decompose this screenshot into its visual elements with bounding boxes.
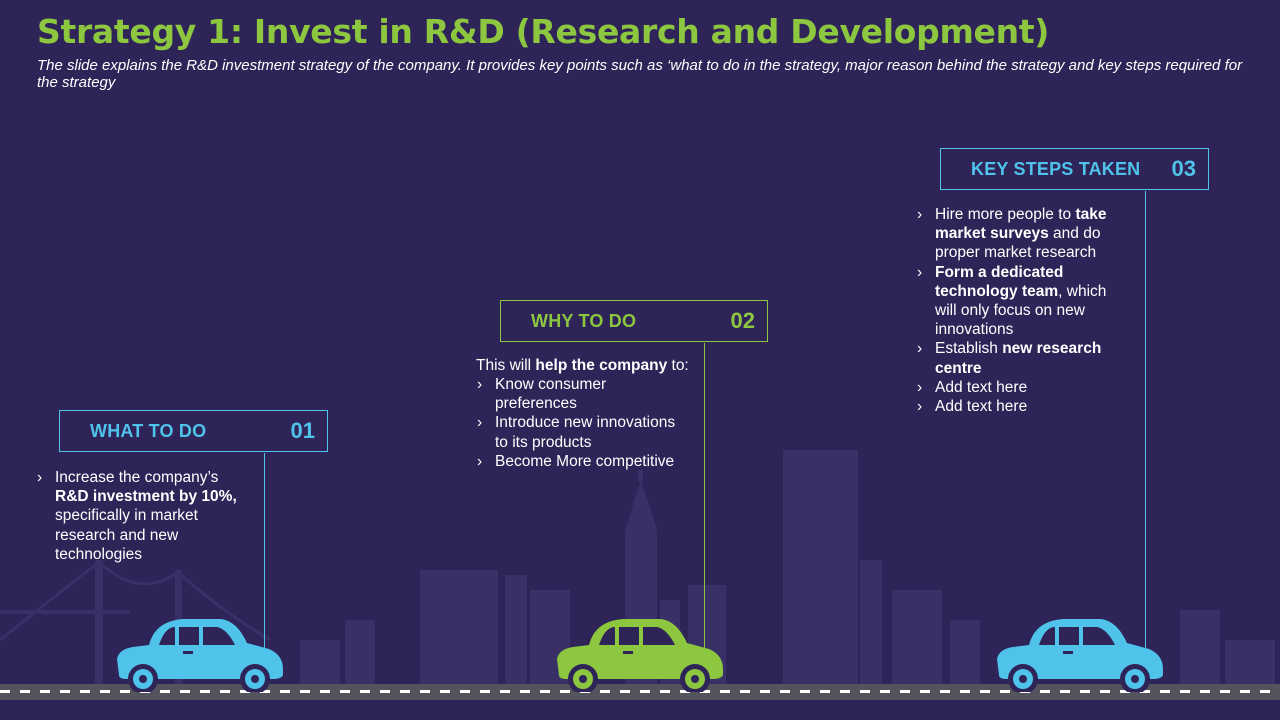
car-wheel-hub bbox=[251, 675, 259, 683]
car-wheel-hub bbox=[139, 675, 147, 683]
step-number: 02 bbox=[730, 308, 755, 333]
car-door-handle bbox=[1063, 651, 1073, 654]
bullet-item: Establish new research centre bbox=[915, 339, 1120, 377]
why-to-do-bullets: Know consumer preferencesIntroduce new i… bbox=[475, 375, 690, 471]
bullet-item: Know consumer preferences bbox=[475, 375, 690, 413]
car-icon-blue-right bbox=[997, 619, 1163, 692]
intro-text: This will bbox=[476, 357, 536, 374]
bullet-item: Increase the company’s R&D investment by… bbox=[35, 468, 245, 564]
car-door-handle bbox=[623, 651, 633, 654]
bullet-text: Know consumer preferences bbox=[495, 376, 607, 413]
car-wheel-hub bbox=[1131, 675, 1139, 683]
bullet-text: Hire more people to bbox=[935, 206, 1076, 223]
why-to-do-intro: This will help the company to: bbox=[476, 356, 689, 375]
car-wheel-hub bbox=[579, 675, 587, 683]
bullet-text: Increase the company’s bbox=[55, 469, 219, 486]
bullet-item: Add text here bbox=[915, 397, 1120, 416]
car-wheel-hub bbox=[691, 675, 699, 683]
bullet-bold-text: Form a dedicated technology team bbox=[935, 263, 1064, 300]
bullet-bold-text: R&D investment by 10%, bbox=[55, 488, 237, 506]
car-wheel-hub bbox=[1019, 675, 1027, 683]
car-icon-blue-left bbox=[117, 619, 283, 692]
connector-line-03 bbox=[1145, 191, 1146, 653]
bullet-item: Introduce new innovations to its product… bbox=[475, 413, 690, 451]
bullet-text: Establish bbox=[935, 340, 1003, 358]
intro-bold-text: help the company bbox=[535, 357, 668, 374]
step-label: WHAT TO DO bbox=[90, 420, 207, 441]
car-window bbox=[179, 627, 199, 645]
bullet-text: Add text here bbox=[935, 398, 1028, 416]
step-label: KEY STEPS TAKEN bbox=[971, 158, 1141, 179]
car-door-handle bbox=[183, 651, 193, 654]
bullet-text: specifically in market research and new … bbox=[55, 507, 198, 563]
bullet-item: Form a dedicated technology team, which … bbox=[915, 263, 1120, 340]
bullet-text: Become More competitive bbox=[495, 452, 675, 470]
bullet-item: Hire more people to take market surveys … bbox=[915, 205, 1120, 263]
car-window bbox=[1059, 627, 1079, 645]
car-icon-green-center bbox=[557, 619, 723, 692]
step-box-what-to-do: WHAT TO DO 01 bbox=[59, 410, 328, 452]
connector-line-02 bbox=[704, 343, 705, 653]
bullet-item: Add text here bbox=[915, 378, 1120, 397]
what-to-do-bullets: Increase the company’s R&D investment by… bbox=[35, 468, 245, 564]
bullet-text: Introduce new innovations to its product… bbox=[495, 414, 676, 451]
step-box-why-to-do: WHY TO DO 02 bbox=[500, 300, 768, 342]
key-steps-bullets: Hire more people to take market surveys … bbox=[915, 205, 1120, 416]
bullet-item: Become More competitive bbox=[475, 452, 690, 471]
bullet-text: Add text here bbox=[935, 378, 1028, 396]
car-window bbox=[619, 627, 639, 645]
step-number: 03 bbox=[1171, 156, 1196, 181]
intro-text-end: to: bbox=[667, 357, 689, 374]
step-box-key-steps-taken: KEY STEPS TAKEN 03 bbox=[940, 148, 1209, 190]
step-number: 01 bbox=[290, 418, 315, 443]
step-label: WHY TO DO bbox=[531, 310, 637, 331]
